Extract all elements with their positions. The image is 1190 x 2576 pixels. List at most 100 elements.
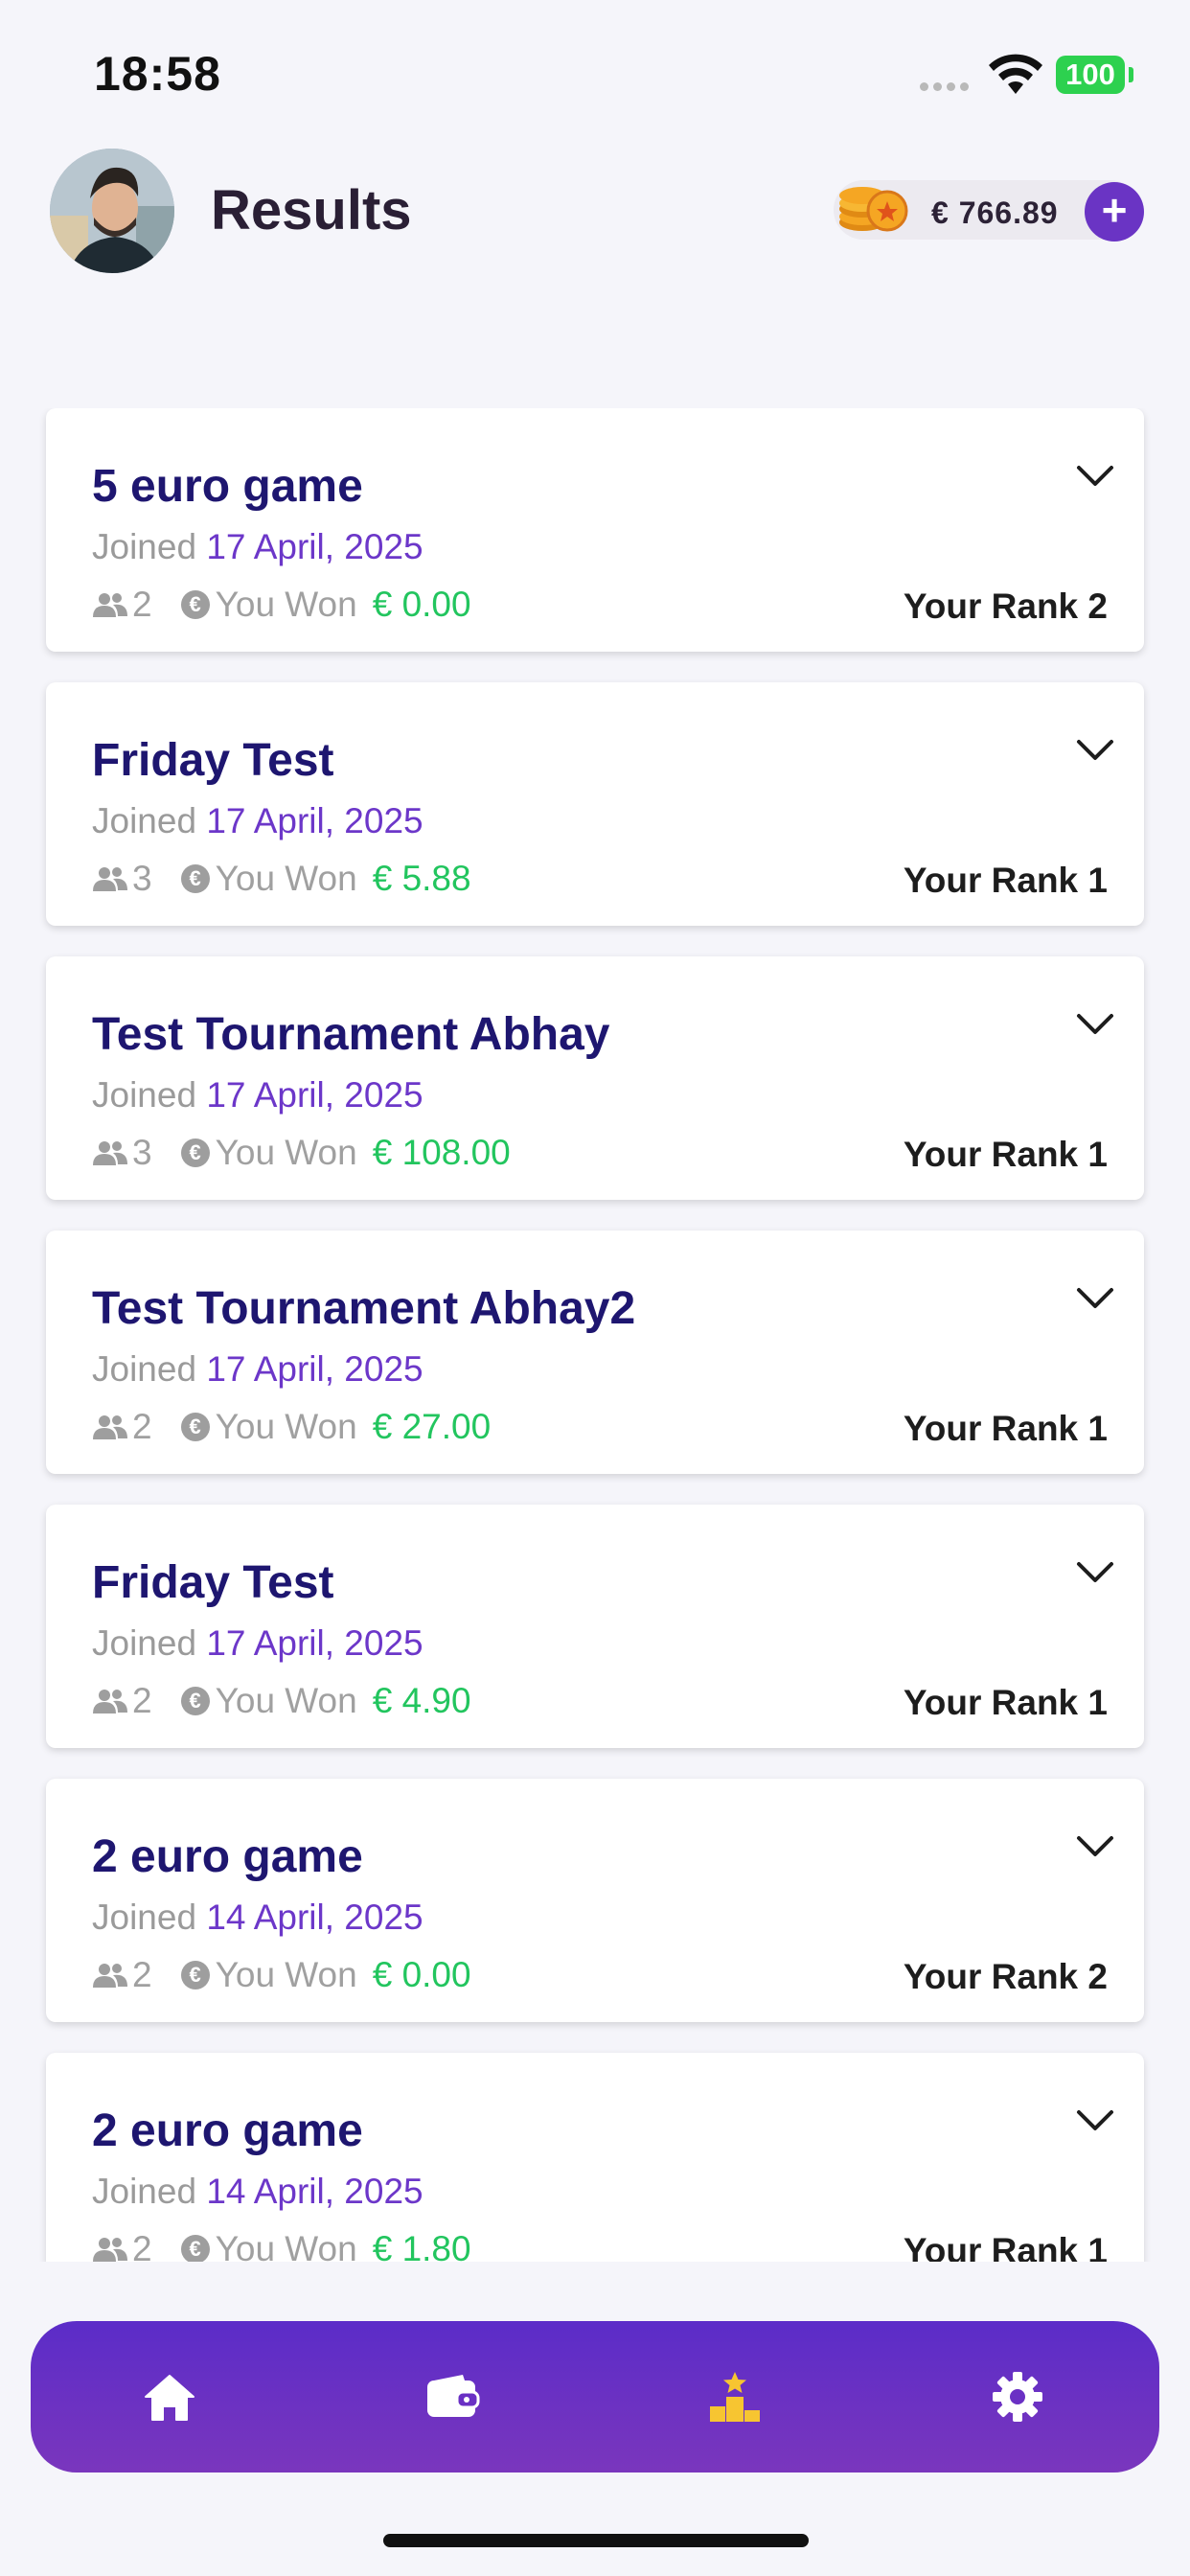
players-count: 2: [132, 1681, 152, 1720]
result-card[interactable]: Test Tournament Abhay Joined 17 April, 2…: [46, 956, 1144, 1200]
won-amount: € 5.88: [372, 859, 471, 898]
result-card[interactable]: Friday Test Joined 17 April, 2025 2 € Yo…: [46, 1505, 1144, 1748]
joined-date-value: 17 April, 2025: [206, 527, 423, 566]
joined-label: Joined: [92, 1898, 197, 1937]
joined-label: Joined: [92, 1075, 197, 1115]
nav-wallet[interactable]: [419, 2363, 486, 2430]
wifi-icon: [989, 54, 1042, 94]
players-icon: [93, 2238, 127, 2262]
results-screen: 18:58 100 Results € 766.89 + 5 euro game…: [0, 0, 1190, 2576]
joined-label: Joined: [92, 2172, 197, 2211]
joined-date-value: 17 April, 2025: [206, 801, 423, 840]
settings-icon: [993, 2372, 1042, 2422]
players-icon: [93, 593, 127, 617]
bottom-nav: [31, 2321, 1159, 2472]
joined-date-value: 17 April, 2025: [206, 1623, 423, 1663]
players-icon: [93, 1141, 127, 1165]
you-won-label: You Won: [215, 1681, 357, 1720]
you-won-label: You Won: [215, 1407, 357, 1446]
home-icon: [145, 2375, 195, 2421]
avatar[interactable]: [50, 149, 174, 273]
chevron-down-icon[interactable]: [1075, 1284, 1115, 1313]
result-card[interactable]: 2 euro game Joined 14 April, 2025 2 € Yo…: [46, 2053, 1144, 2262]
won-amount: € 1.80: [372, 2229, 471, 2262]
players-count: 2: [132, 2229, 152, 2262]
game-meta: 3 € You Won € 5.88: [92, 859, 471, 899]
nav-leaderboard[interactable]: [701, 2363, 768, 2430]
nav-settings[interactable]: [984, 2363, 1051, 2430]
you-won-label: You Won: [215, 1955, 357, 1994]
wallet-icon: [427, 2375, 480, 2417]
euro-icon: €: [180, 1138, 210, 1167]
won-amount: € 0.00: [372, 585, 471, 624]
result-card[interactable]: Test Tournament Abhay2 Joined 17 April, …: [46, 1230, 1144, 1474]
result-card[interactable]: 2 euro game Joined 14 April, 2025 2 € Yo…: [46, 1779, 1144, 2022]
chevron-down-icon[interactable]: [1075, 1010, 1115, 1039]
page-title: Results: [211, 179, 412, 242]
coins-icon: [839, 187, 908, 232]
euro-icon: €: [180, 1413, 210, 1441]
game-title: 2 euro game: [92, 1831, 363, 1882]
rank-label: Your Rank 1: [903, 861, 1108, 900]
game-meta: 2 € You Won € 27.00: [92, 1407, 491, 1447]
chevron-down-icon[interactable]: [1075, 462, 1115, 491]
result-card[interactable]: Friday Test Joined 17 April, 2025 3 € Yo…: [46, 682, 1144, 926]
you-won-label: You Won: [215, 1133, 357, 1172]
euro-icon: €: [180, 864, 210, 893]
game-title: Friday Test: [92, 1557, 334, 1608]
players-icon: [93, 867, 127, 891]
won-amount: € 0.00: [372, 1955, 471, 1994]
joined-label: Joined: [92, 527, 197, 566]
you-won-label: You Won: [215, 585, 357, 624]
game-title: 2 euro game: [92, 2105, 363, 2156]
game-meta: 2 € You Won € 0.00: [92, 585, 471, 625]
rank-label: Your Rank 1: [903, 1409, 1108, 1448]
joined-date-value: 17 April, 2025: [206, 1075, 423, 1115]
joined-date: Joined 14 April, 2025: [92, 2172, 423, 2212]
rank-label: Your Rank 1: [903, 1683, 1108, 1722]
game-title: Test Tournament Abhay2: [92, 1283, 636, 1334]
leaderboard-icon: [710, 2372, 760, 2422]
players-count: 2: [132, 585, 152, 624]
joined-date: Joined 17 April, 2025: [92, 1349, 423, 1390]
players-count: 3: [132, 1133, 152, 1172]
chevron-down-icon[interactable]: [1075, 1558, 1115, 1587]
players-count: 2: [132, 1407, 152, 1446]
game-title: Test Tournament Abhay: [92, 1009, 610, 1060]
joined-label: Joined: [92, 1623, 197, 1663]
cellular-signal-icon: [920, 82, 969, 91]
joined-date: Joined 14 April, 2025: [92, 1898, 423, 1938]
euro-icon: €: [180, 1961, 210, 1990]
euro-icon: €: [180, 590, 210, 619]
joined-date: Joined 17 April, 2025: [92, 1623, 423, 1664]
chevron-down-icon[interactable]: [1075, 1832, 1115, 1861]
chevron-down-icon[interactable]: [1075, 2106, 1115, 2135]
won-amount: € 108.00: [372, 1133, 511, 1172]
battery-icon: 100: [1056, 56, 1125, 94]
euro-icon: €: [180, 1687, 210, 1715]
euro-icon: €: [180, 2235, 210, 2262]
you-won-label: You Won: [215, 2229, 357, 2262]
players-count: 2: [132, 1955, 152, 1994]
game-meta: 2 € You Won € 1.80: [92, 2229, 471, 2262]
nav-home[interactable]: [136, 2363, 203, 2430]
chevron-down-icon[interactable]: [1075, 736, 1115, 765]
status-bar: 18:58 100: [0, 0, 1190, 144]
joined-label: Joined: [92, 1349, 197, 1389]
rank-label: Your Rank 2: [903, 1957, 1108, 1996]
add-funds-button[interactable]: +: [1085, 182, 1144, 242]
game-meta: 2 € You Won € 0.00: [92, 1955, 471, 1995]
won-amount: € 4.90: [372, 1681, 471, 1720]
game-meta: 3 € You Won € 108.00: [92, 1133, 511, 1173]
joined-date-value: 14 April, 2025: [206, 2172, 423, 2211]
joined-date: Joined 17 April, 2025: [92, 527, 423, 567]
rank-label: Your Rank 2: [903, 586, 1108, 626]
results-list[interactable]: 5 euro game Joined 17 April, 2025 2 € Yo…: [0, 408, 1190, 2262]
players-icon: [93, 1964, 127, 1988]
won-amount: € 27.00: [372, 1407, 492, 1446]
result-card[interactable]: 5 euro game Joined 17 April, 2025 2 € Yo…: [46, 408, 1144, 652]
game-title: 5 euro game: [92, 461, 363, 512]
players-icon: [93, 1415, 127, 1439]
game-meta: 2 € You Won € 4.90: [92, 1681, 471, 1721]
home-indicator[interactable]: [383, 2534, 809, 2547]
